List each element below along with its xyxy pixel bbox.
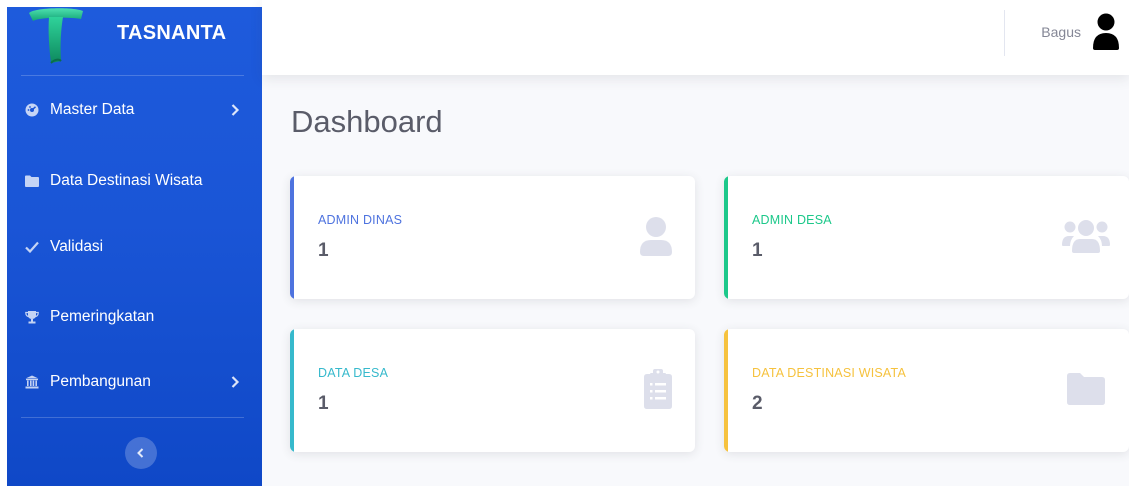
brand[interactable]: TASNANTA xyxy=(7,7,262,75)
card-value: 1 xyxy=(318,240,329,261)
users-icon xyxy=(1060,214,1112,258)
sidebar-item-label: Data Destinasi Wisata xyxy=(50,172,203,189)
card-data-desa[interactable]: DATA DESA 1 xyxy=(290,329,695,452)
card-label: ADMIN DESA xyxy=(752,213,832,227)
card-value: 1 xyxy=(318,393,329,414)
topbar: Bagus xyxy=(262,0,1129,75)
card-value: 2 xyxy=(752,393,763,414)
topbar-divider xyxy=(1004,10,1005,56)
folder-icon xyxy=(1066,367,1106,411)
card-accent-bar xyxy=(290,176,294,299)
sidebar-item-validasi[interactable]: Validasi xyxy=(7,220,262,274)
card-accent-bar xyxy=(290,329,294,452)
sidebar-item-label: Pembangunan xyxy=(50,373,151,390)
sidebar-item-label: Pemeringkatan xyxy=(50,308,155,325)
sidebar-item-label: Master Data xyxy=(50,101,135,118)
chevron-left-icon xyxy=(137,448,144,458)
sidebar-divider xyxy=(21,417,244,418)
sidebar-item-pembangunan[interactable]: Pembangunan xyxy=(7,355,262,409)
tachometer-icon xyxy=(25,103,39,117)
card-label: DATA DESTINASI WISATA xyxy=(752,366,906,380)
card-accent-bar xyxy=(724,176,728,299)
card-admin-desa[interactable]: ADMIN DESA 1 xyxy=(724,176,1129,299)
chevron-right-icon xyxy=(231,104,240,116)
sidebar-item-pemeringkatan[interactable]: Pemeringkatan xyxy=(7,290,262,344)
page-title: Dashboard xyxy=(291,104,443,139)
sidebar-divider xyxy=(21,75,244,76)
clipboard-list-icon xyxy=(638,367,678,411)
card-label: DATA DESA xyxy=(318,366,389,380)
brand-name: TASNANTA xyxy=(117,22,227,44)
trophy-icon xyxy=(25,310,39,324)
user-icon xyxy=(636,214,676,258)
sidebar-toggle-button[interactable] xyxy=(125,437,157,469)
card-data-destinasi-wisata[interactable]: DATA DESTINASI WISATA 2 xyxy=(724,329,1129,452)
landmark-icon xyxy=(25,375,39,389)
user-name[interactable]: Bagus xyxy=(1041,24,1081,40)
user-icon[interactable] xyxy=(1091,12,1121,50)
app: TASNANTA Master Data Data Destinasi Wisa… xyxy=(0,0,1129,486)
sidebar: TASNANTA Master Data Data Destinasi Wisa… xyxy=(7,7,262,486)
card-value: 1 xyxy=(752,240,763,261)
chevron-right-icon xyxy=(231,376,240,388)
check-icon xyxy=(25,240,39,254)
card-accent-bar xyxy=(724,329,728,452)
card-label: ADMIN DINAS xyxy=(318,213,403,227)
sidebar-item-data-destinasi-wisata[interactable]: Data Destinasi Wisata xyxy=(7,154,262,208)
sidebar-item-master-data[interactable]: Master Data xyxy=(7,83,262,137)
card-admin-dinas[interactable]: ADMIN DINAS 1 xyxy=(290,176,695,299)
folder-icon xyxy=(25,174,39,188)
tasnanta-logo-icon xyxy=(29,8,83,64)
sidebar-item-label: Validasi xyxy=(50,238,104,255)
main-content: Dashboard ADMIN DINAS 1 ADMIN DESA 1 DAT… xyxy=(262,75,1129,486)
